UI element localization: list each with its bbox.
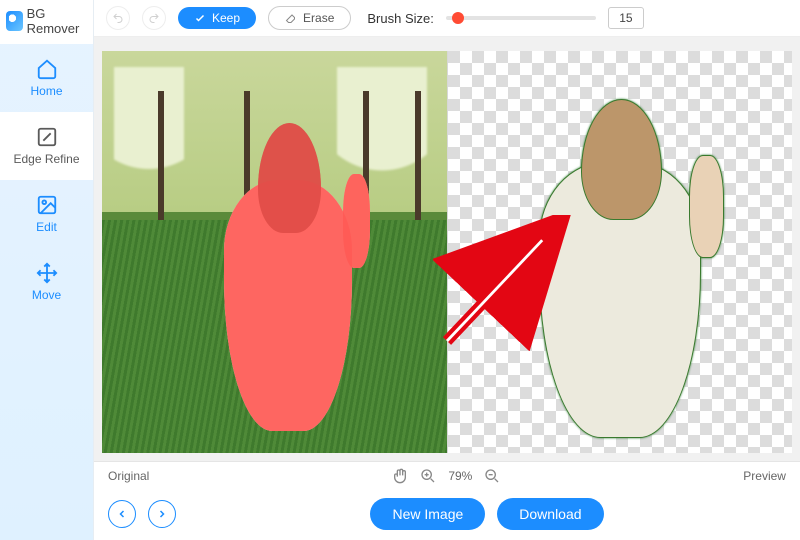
new-image-button[interactable]: New Image bbox=[370, 498, 485, 530]
preview-label: Preview bbox=[743, 469, 786, 483]
home-icon bbox=[36, 58, 58, 80]
preview-canvas[interactable] bbox=[448, 51, 793, 453]
download-button[interactable]: Download bbox=[497, 498, 603, 530]
sidebar-item-edit[interactable]: Edit bbox=[0, 180, 93, 248]
sidebar-item-move[interactable]: Move bbox=[0, 248, 93, 316]
original-label: Original bbox=[108, 469, 149, 483]
brush-size-slider[interactable] bbox=[446, 16, 596, 20]
original-panel bbox=[102, 51, 447, 453]
zoom-out-icon[interactable] bbox=[484, 468, 500, 484]
preview-panel bbox=[448, 51, 793, 453]
eraser-icon bbox=[285, 12, 297, 24]
slider-thumb-icon bbox=[452, 12, 464, 24]
toolbar: Keep Erase Brush Size: 15 bbox=[94, 0, 800, 37]
erase-button[interactable]: Erase bbox=[268, 6, 351, 30]
app-logo-icon bbox=[6, 11, 23, 31]
erase-label: Erase bbox=[303, 11, 334, 25]
chevron-left-icon bbox=[116, 508, 128, 520]
sidebar-item-label: Edge Refine bbox=[13, 152, 79, 166]
sidebar-item-home[interactable]: Home bbox=[0, 44, 93, 112]
prev-image-button[interactable] bbox=[108, 500, 136, 528]
brush-size-value[interactable]: 15 bbox=[608, 7, 644, 29]
workspace bbox=[94, 37, 800, 461]
next-image-button[interactable] bbox=[148, 500, 176, 528]
main-area: Keep Erase Brush Size: 15 bbox=[94, 0, 800, 540]
sidebar-item-label: Home bbox=[30, 84, 62, 98]
edit-icon bbox=[36, 194, 58, 216]
check-icon bbox=[194, 12, 206, 24]
sidebar-item-edge-refine[interactable]: Edge Refine bbox=[0, 112, 93, 180]
brush-size-label: Brush Size: bbox=[367, 11, 433, 26]
sidebar: BG Remover Home Edge Refine Edit Move bbox=[0, 0, 94, 540]
app-logo-row: BG Remover bbox=[0, 0, 93, 44]
undo-button[interactable] bbox=[106, 6, 130, 30]
app-title: BG Remover bbox=[27, 6, 89, 36]
zoom-value: 79% bbox=[448, 469, 472, 483]
keep-button[interactable]: Keep bbox=[178, 7, 256, 29]
redo-button[interactable] bbox=[142, 6, 166, 30]
status-bar: Original 79% Preview bbox=[94, 461, 800, 490]
undo-icon bbox=[112, 12, 124, 24]
keep-label: Keep bbox=[212, 11, 240, 25]
move-icon bbox=[36, 262, 58, 284]
edge-refine-icon bbox=[36, 126, 58, 148]
original-canvas[interactable] bbox=[102, 51, 447, 453]
zoom-in-icon[interactable] bbox=[420, 468, 436, 484]
chevron-right-icon bbox=[156, 508, 168, 520]
footer-bar: New Image Download bbox=[94, 490, 800, 540]
pan-hand-icon[interactable] bbox=[392, 468, 408, 484]
sidebar-item-label: Edit bbox=[36, 220, 57, 234]
sidebar-item-label: Move bbox=[32, 288, 61, 302]
redo-icon bbox=[148, 12, 160, 24]
